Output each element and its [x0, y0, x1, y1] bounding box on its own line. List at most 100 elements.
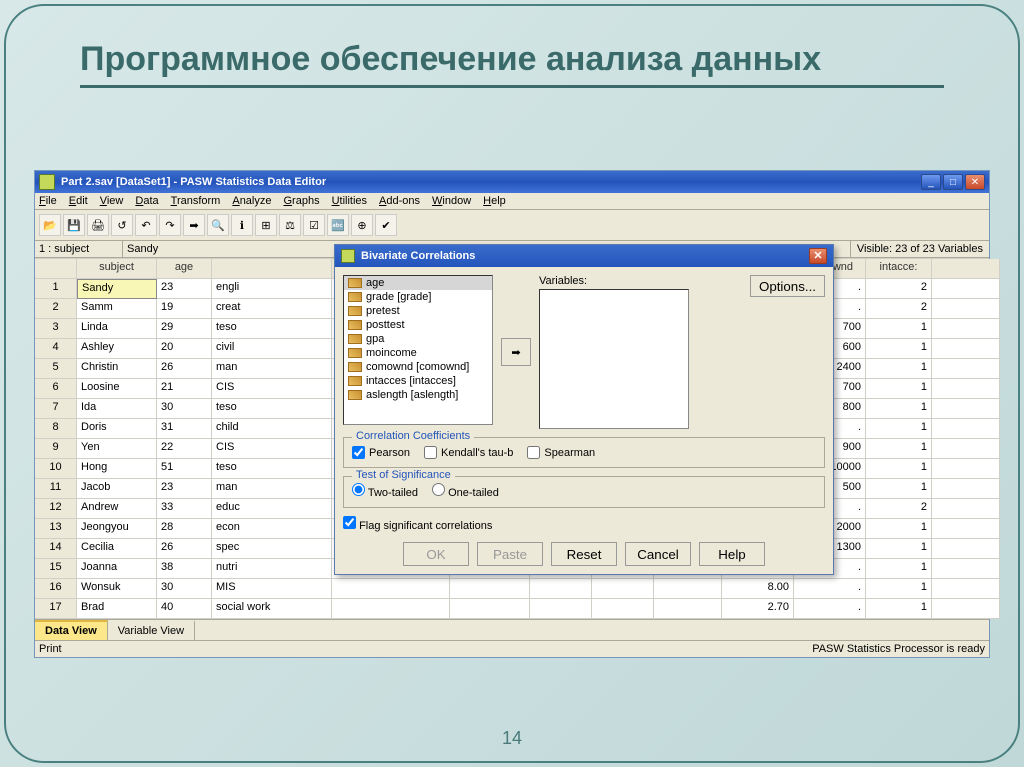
grid-cell[interactable]: 1 — [866, 419, 932, 439]
one-tailed-radio[interactable]: One-tailed — [432, 483, 499, 499]
row-header[interactable]: 17 — [35, 599, 77, 619]
list-item[interactable]: intacces [intacces] — [344, 374, 492, 388]
grid-cell[interactable]: man — [212, 359, 332, 379]
column-header[interactable] — [932, 259, 1000, 279]
list-item[interactable]: grade [grade] — [344, 290, 492, 304]
tb-save-icon[interactable]: 💾 — [63, 214, 85, 236]
two-tailed-radio[interactable]: Two-tailed — [352, 483, 418, 499]
grid-cell[interactable] — [332, 579, 450, 599]
grid-cell[interactable]: Sandy — [77, 279, 157, 299]
grid-cell[interactable] — [932, 439, 1000, 459]
row-header[interactable]: 1 — [35, 279, 77, 299]
menu-addons[interactable]: Add-ons — [379, 195, 420, 207]
row-header[interactable]: 8 — [35, 419, 77, 439]
grid-cell[interactable]: 2 — [866, 279, 932, 299]
row-header[interactable]: 6 — [35, 379, 77, 399]
menu-help[interactable]: Help — [483, 195, 506, 207]
grid-cell[interactable]: 1 — [866, 459, 932, 479]
tb-select-icon[interactable]: ☑ — [303, 214, 325, 236]
grid-cell[interactable]: 1 — [866, 399, 932, 419]
grid-cell[interactable]: econ — [212, 519, 332, 539]
grid-cell[interactable]: Brad — [77, 599, 157, 619]
grid-cell[interactable]: Loosine — [77, 379, 157, 399]
spearman-checkbox[interactable]: Spearman — [527, 446, 595, 459]
list-item[interactable]: aslength [aslength] — [344, 388, 492, 402]
list-item[interactable]: comownd [comownd] — [344, 360, 492, 374]
grid-cell[interactable] — [932, 519, 1000, 539]
grid-cell[interactable]: 20 — [157, 339, 212, 359]
grid-cell[interactable]: social work — [212, 599, 332, 619]
tb-print-icon[interactable]: 🖨 — [87, 214, 109, 236]
grid-cell[interactable]: 1 — [866, 559, 932, 579]
menu-edit[interactable]: Edit — [69, 195, 88, 207]
grid-cell[interactable] — [530, 579, 592, 599]
source-variable-list[interactable]: agegrade [grade]pretestposttestgpamoinco… — [343, 275, 493, 425]
grid-cell[interactable] — [450, 599, 530, 619]
tb-split-icon[interactable]: ⊞ — [255, 214, 277, 236]
row-header[interactable]: 16 — [35, 579, 77, 599]
row-header[interactable]: 15 — [35, 559, 77, 579]
list-item[interactable]: moincome — [344, 346, 492, 360]
help-button[interactable]: Help — [699, 542, 765, 566]
grid-cell[interactable] — [932, 599, 1000, 619]
grid-cell[interactable]: . — [794, 599, 866, 619]
grid-cell[interactable] — [932, 419, 1000, 439]
tb-find-icon[interactable]: 🔍 — [207, 214, 229, 236]
row-header[interactable]: 5 — [35, 359, 77, 379]
grid-cell[interactable]: MIS — [212, 579, 332, 599]
column-header[interactable]: age — [157, 259, 212, 279]
grid-cell[interactable]: teso — [212, 319, 332, 339]
menu-window[interactable]: Window — [432, 195, 471, 207]
tb-goto-icon[interactable]: ➡ — [183, 214, 205, 236]
grid-cell[interactable]: teso — [212, 459, 332, 479]
row-header[interactable]: 14 — [35, 539, 77, 559]
row-header[interactable]: 11 — [35, 479, 77, 499]
grid-cell[interactable]: nutri — [212, 559, 332, 579]
flag-checkbox[interactable]: Flag significant correlations — [343, 516, 492, 532]
grid-cell[interactable] — [450, 579, 530, 599]
tb-weights-icon[interactable]: ⚖ — [279, 214, 301, 236]
column-header[interactable]: subject — [77, 259, 157, 279]
titlebar[interactable]: Part 2.sav [DataSet1] - PASW Statistics … — [35, 171, 989, 193]
tb-value-labels-icon[interactable]: 🔤 — [327, 214, 349, 236]
grid-cell[interactable]: 1 — [866, 379, 932, 399]
grid-cell[interactable]: 33 — [157, 499, 212, 519]
grid-cell[interactable]: 30 — [157, 579, 212, 599]
grid-cell[interactable]: 1 — [866, 599, 932, 619]
pearson-checkbox[interactable]: Pearson — [352, 446, 410, 459]
grid-cell[interactable] — [332, 599, 450, 619]
grid-cell[interactable]: civil — [212, 339, 332, 359]
minimize-button[interactable]: _ — [921, 174, 941, 190]
grid-cell[interactable]: Ashley — [77, 339, 157, 359]
grid-cell[interactable]: 40 — [157, 599, 212, 619]
row-header[interactable]: 13 — [35, 519, 77, 539]
grid-cell[interactable]: 1 — [866, 539, 932, 559]
grid-cell[interactable]: Doris — [77, 419, 157, 439]
grid-cell[interactable] — [932, 359, 1000, 379]
grid-cell[interactable] — [592, 579, 654, 599]
grid-cell[interactable]: 26 — [157, 359, 212, 379]
grid-cell[interactable]: CIS — [212, 379, 332, 399]
grid-cell[interactable] — [932, 319, 1000, 339]
grid-cell[interactable]: Christin — [77, 359, 157, 379]
grid-cell[interactable] — [932, 559, 1000, 579]
column-header[interactable] — [212, 259, 332, 279]
row-header[interactable]: 2 — [35, 299, 77, 319]
tb-open-icon[interactable]: 📂 — [39, 214, 61, 236]
grid-cell[interactable]: 1 — [866, 519, 932, 539]
grid-cell[interactable]: man — [212, 479, 332, 499]
menu-analyze[interactable]: Analyze — [232, 195, 271, 207]
ok-button[interactable]: OK — [403, 542, 469, 566]
row-header[interactable]: 3 — [35, 319, 77, 339]
grid-cell[interactable] — [932, 379, 1000, 399]
tb-undo-icon[interactable]: ↶ — [135, 214, 157, 236]
kendall-checkbox[interactable]: Kendall's tau-b — [424, 446, 513, 459]
grid-cell[interactable]: . — [794, 579, 866, 599]
grid-cell[interactable] — [654, 579, 722, 599]
grid-cell[interactable] — [932, 579, 1000, 599]
grid-cell[interactable]: spec — [212, 539, 332, 559]
row-header[interactable]: 12 — [35, 499, 77, 519]
grid-cell[interactable] — [932, 539, 1000, 559]
grid-cell[interactable]: 1 — [866, 479, 932, 499]
dialog-titlebar[interactable]: Bivariate Correlations ✕ — [335, 245, 833, 267]
